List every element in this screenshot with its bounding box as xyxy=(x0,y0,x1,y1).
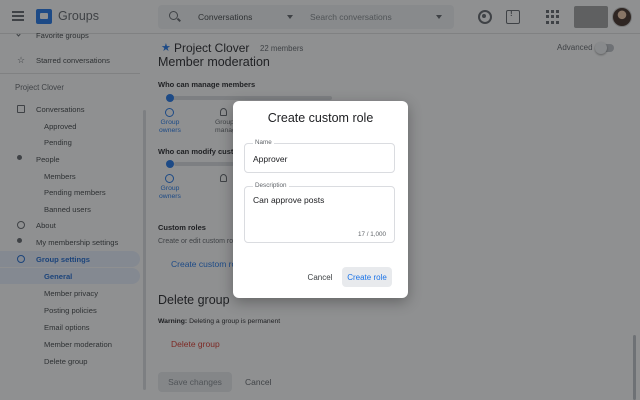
name-field[interactable]: Name xyxy=(244,139,395,173)
description-input[interactable]: Can approve posts xyxy=(253,195,388,225)
create-role-button[interactable]: Create role xyxy=(342,267,392,287)
description-field-label: Description xyxy=(253,182,289,189)
character-counter: 17 / 1,000 xyxy=(357,231,386,238)
description-field[interactable]: Description Can approve posts 17 / 1,000 xyxy=(244,182,395,243)
create-custom-role-dialog: Create custom role Name Description Can … xyxy=(233,101,408,298)
name-field-label: Name xyxy=(253,139,274,146)
dialog-title: Create custom role xyxy=(267,111,374,125)
name-input[interactable] xyxy=(253,152,388,166)
dialog-cancel-button[interactable]: Cancel xyxy=(302,267,338,287)
